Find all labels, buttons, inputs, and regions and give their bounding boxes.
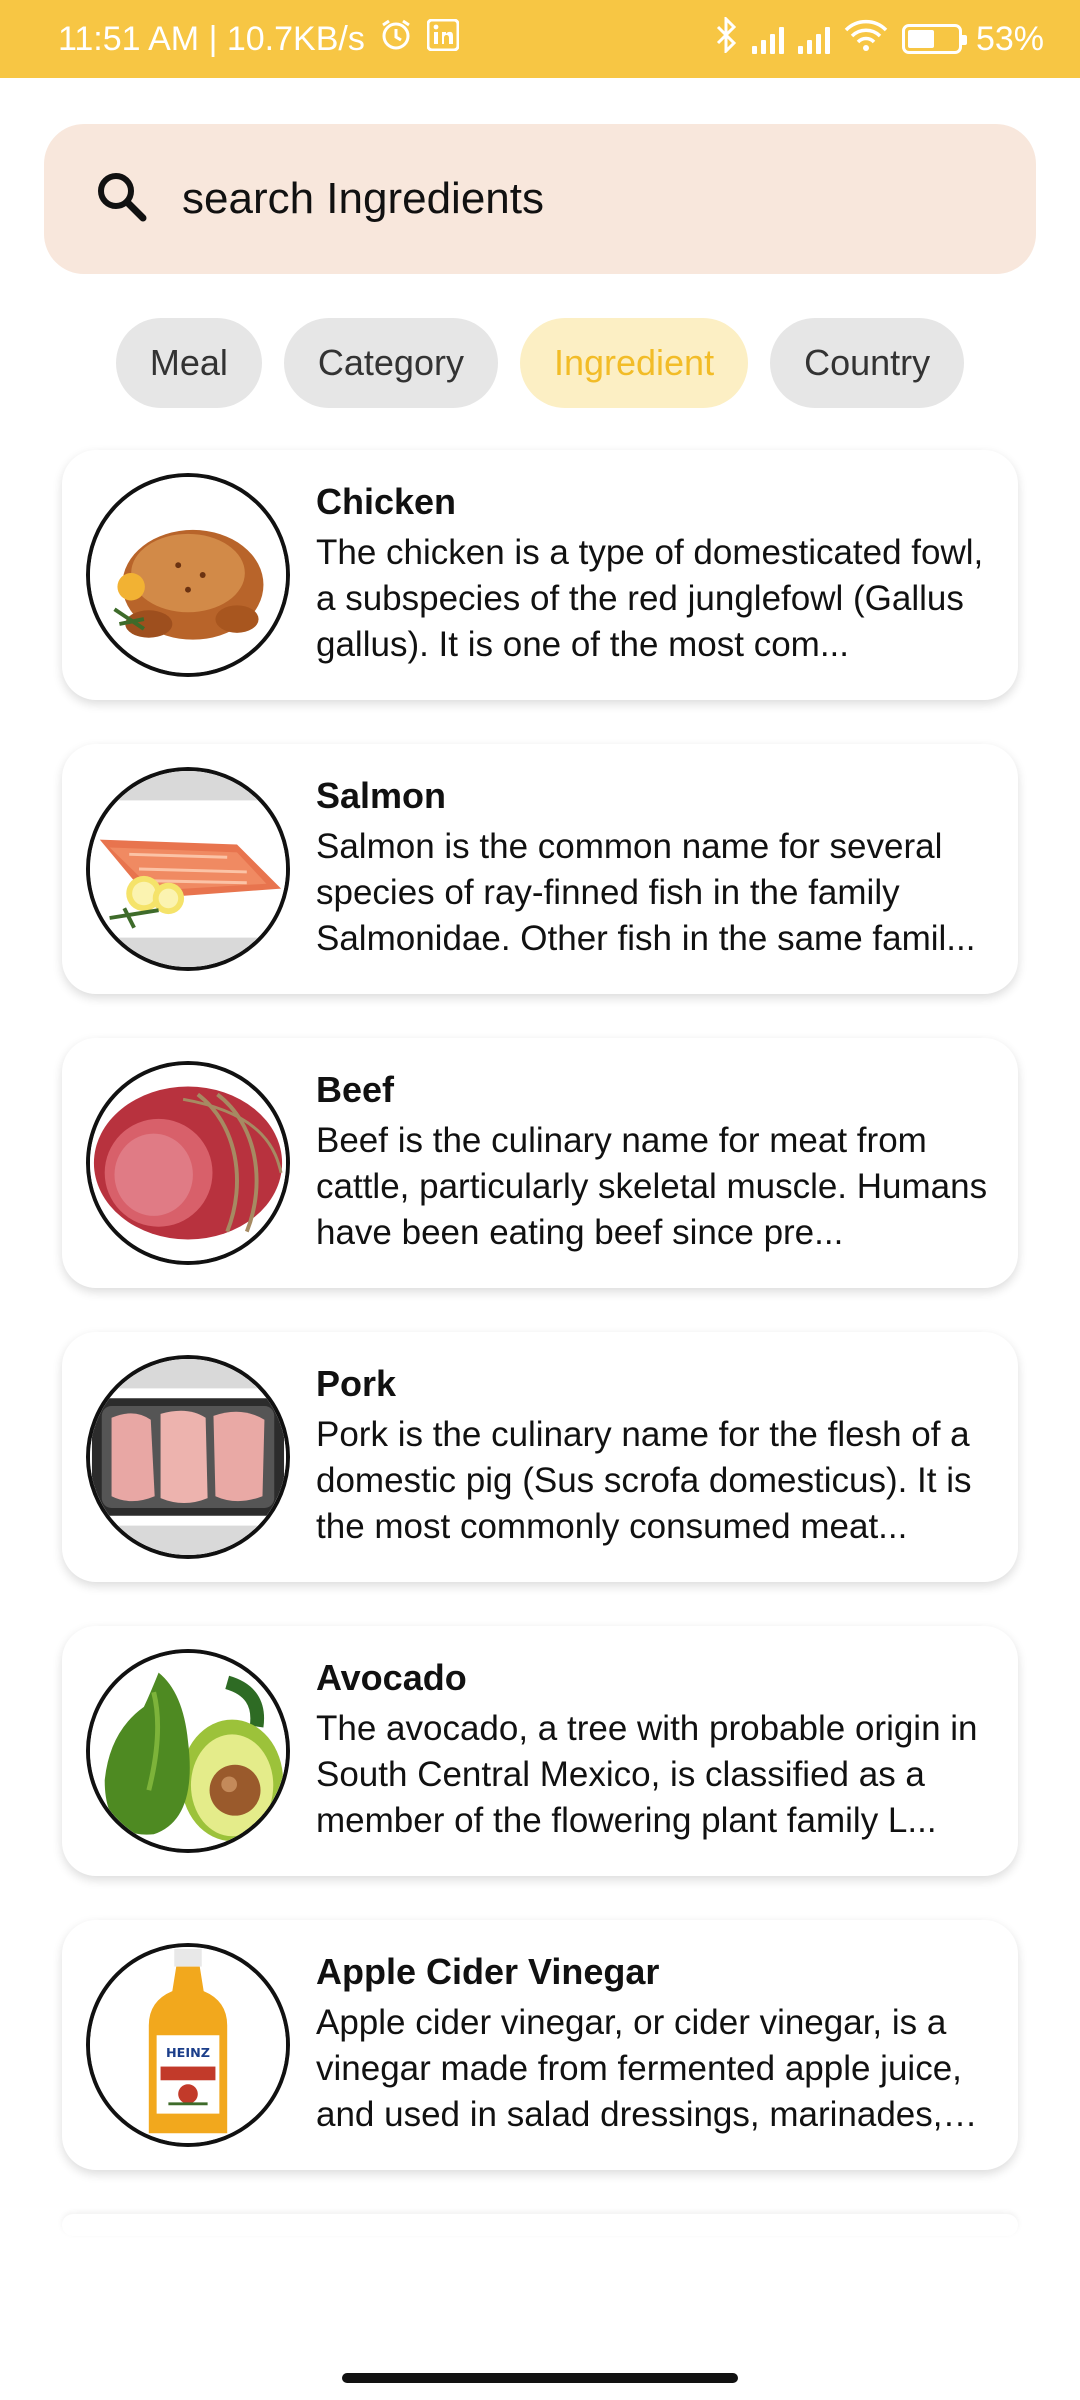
- card-text: Apple Cider Vinegar Apple cider vinegar,…: [316, 1950, 996, 2138]
- ingredient-name: Avocado: [316, 1657, 467, 1698]
- chip-category[interactable]: Category: [283, 318, 498, 408]
- ingredient-description: Salmon is the common name for several sp…: [316, 827, 976, 958]
- cell-signal-icon-2: [797, 24, 830, 54]
- ingredient-card-pork[interactable]: Pork Pork is the culinary name for the f…: [62, 1332, 1018, 1582]
- card-text: Salmon Salmon is the common name for sev…: [316, 774, 996, 962]
- search-bar[interactable]: [44, 124, 1036, 274]
- salmon-image: [86, 767, 290, 971]
- alarm-icon: [379, 18, 413, 61]
- card-text: Pork Pork is the culinary name for the f…: [316, 1362, 996, 1550]
- ingredient-description: Pork is the culinary name for the flesh …: [316, 1415, 972, 1546]
- ingredient-name: Pork: [316, 1363, 397, 1404]
- ingredient-card-salmon[interactable]: Salmon Salmon is the common name for sev…: [62, 744, 1018, 994]
- ingredient-name: Chicken: [316, 481, 457, 522]
- ingredient-list: Chicken The chicken is a type of domesti…: [62, 450, 1018, 2236]
- bottle-label-text: HEINZ: [166, 2046, 210, 2061]
- chip-country[interactable]: Country: [770, 318, 965, 408]
- status-left: 11:51 AM | 10.7KB/s: [58, 18, 460, 61]
- vinegar-bottle-image: HEINZ: [86, 1943, 290, 2147]
- chip-meal[interactable]: Meal: [115, 318, 262, 408]
- chip-ingredient[interactable]: Ingredient: [519, 318, 749, 408]
- status-time-speed: 11:51 AM | 10.7KB/s: [58, 19, 365, 58]
- battery-icon: [901, 24, 967, 54]
- ingredient-card-next-partial[interactable]: [62, 2214, 1018, 2236]
- ingredient-card-avocado[interactable]: Avocado The avocado, a tree with probabl…: [62, 1626, 1018, 1876]
- ingredient-card-beef[interactable]: Beef Beef is the culinary name for meat …: [62, 1038, 1018, 1288]
- bluetooth-icon: [714, 14, 738, 62]
- ingredient-card-apple-cider-vinegar[interactable]: HEINZ Apple Cider Vinegar Apple cider vi…: [62, 1920, 1018, 2170]
- avocado-image: [86, 1649, 290, 1853]
- search-icon: [92, 167, 152, 232]
- home-indicator[interactable]: [342, 2373, 738, 2383]
- ingredient-description: The avocado, a tree with probable origin…: [316, 1709, 978, 1840]
- wifi-icon: [844, 18, 888, 61]
- ingredient-card-chicken[interactable]: Chicken The chicken is a type of domesti…: [62, 450, 1018, 700]
- pork-image: [86, 1355, 290, 1559]
- ingredient-description: Beef is the culinary name for meat from …: [316, 1121, 988, 1252]
- card-text: Beef Beef is the culinary name for meat …: [316, 1068, 996, 1256]
- beef-image: [86, 1061, 290, 1265]
- ingredient-description: Apple cider vinegar, or cider vinegar, i…: [316, 2003, 962, 2134]
- linkedin-icon: [426, 18, 460, 60]
- ingredient-description: The chicken is a type of domesticated fo…: [316, 533, 984, 664]
- search-input[interactable]: [182, 174, 962, 224]
- card-text: Avocado The avocado, a tree with probabl…: [316, 1656, 996, 1844]
- ingredient-name: Beef: [316, 1069, 395, 1110]
- ingredient-name: Salmon: [316, 775, 447, 816]
- battery-percent: 53%: [975, 19, 1044, 58]
- status-bar: 11:51 AM | 10.7KB/s 53%: [0, 0, 1080, 78]
- cell-signal-icon: [751, 24, 784, 54]
- card-text: Chicken The chicken is a type of domesti…: [316, 480, 996, 668]
- ingredient-name: Apple Cider Vinegar: [316, 1951, 660, 1992]
- filter-chips: Meal Category Ingredient Country: [0, 318, 1080, 408]
- status-right: 53%: [714, 14, 1044, 62]
- chicken-image: [86, 473, 290, 677]
